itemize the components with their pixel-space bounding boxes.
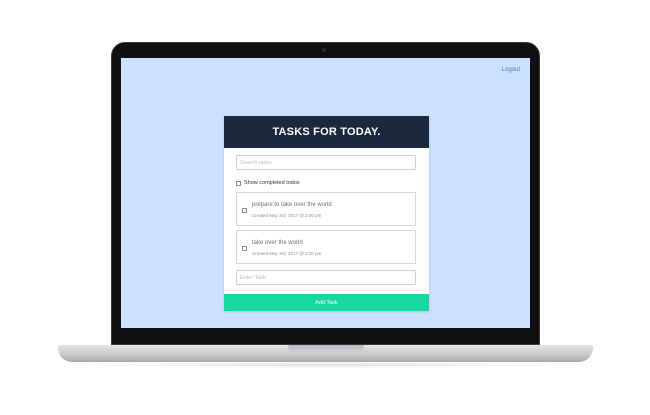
show-completed-label: Show completed todos — [244, 180, 300, 186]
laptop-base-notch — [288, 345, 364, 352]
todo-title: prepare to take over the world — [252, 202, 332, 208]
card-header: TASKS FOR TODAY. — [224, 116, 429, 148]
show-completed-toggle[interactable]: Show completed todos — [236, 180, 300, 186]
todo-created-date: Created May 3rd, 2017 @ 2:00 pm — [252, 251, 322, 256]
laptop-shadow — [80, 362, 570, 368]
enter-task-input[interactable] — [236, 270, 416, 285]
logout-link[interactable]: Logout — [502, 67, 520, 73]
todo-item: prepare to take over the world Created M… — [236, 192, 416, 226]
todo-title: take over the world — [252, 240, 303, 246]
show-completed-checkbox[interactable] — [236, 180, 241, 186]
todo-checkbox[interactable] — [242, 208, 247, 213]
page-title: TASKS FOR TODAY. — [272, 126, 381, 138]
todo-checkbox[interactable] — [242, 246, 247, 251]
tasks-card: TASKS FOR TODAY. Show completed todos pr… — [224, 116, 429, 311]
todo-item: take over the world Created May 3rd, 201… — [236, 230, 416, 264]
app-screen: Logout TASKS FOR TODAY. Show completed t… — [121, 58, 530, 328]
add-task-button[interactable]: Add Task — [224, 294, 429, 311]
todo-created-date: Created May 3rd, 2017 @ 2:00 pm — [252, 213, 322, 218]
camera-dot — [322, 48, 326, 52]
search-input[interactable] — [236, 155, 416, 170]
